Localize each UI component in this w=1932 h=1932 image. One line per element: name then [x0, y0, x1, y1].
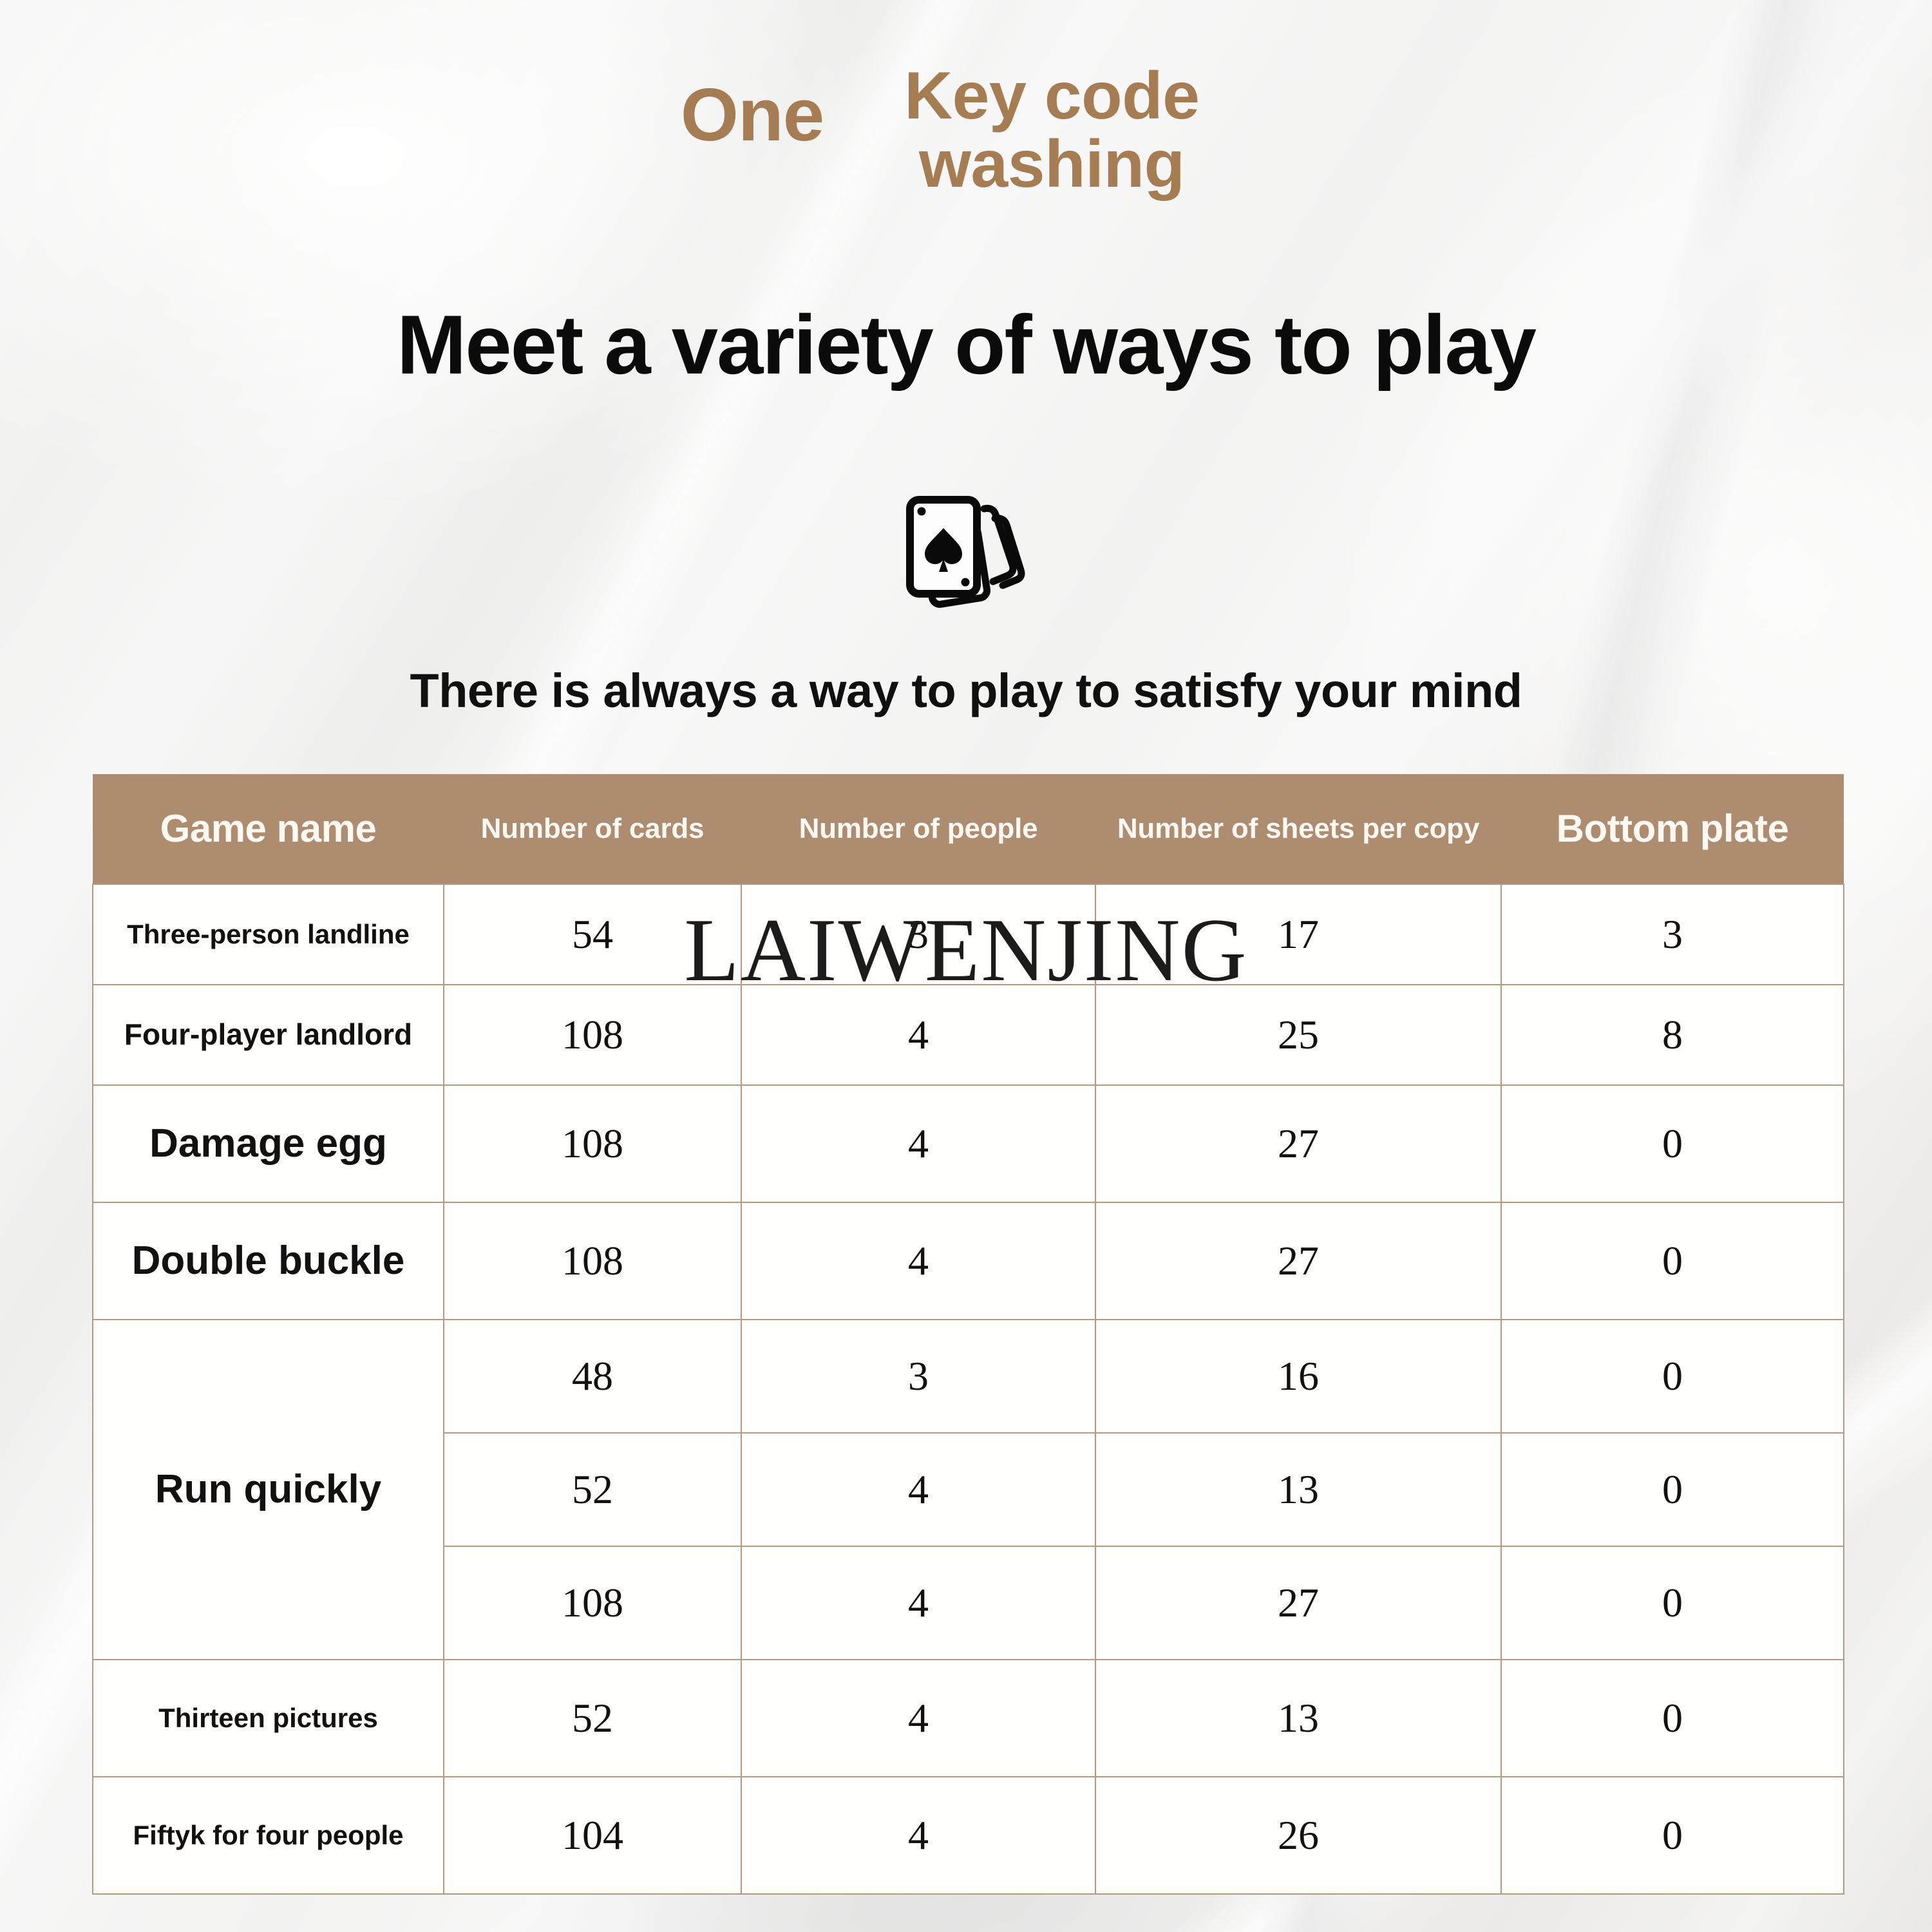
cell-bottom-plate: 8 [1501, 984, 1844, 1086]
kicker-one-text: One [680, 73, 825, 156]
games-table-head: Game name Number of cards Number of peop… [93, 774, 1844, 884]
cell-number-of-cards: 52 [443, 1659, 742, 1777]
cell-game-name: Damage egg [92, 1084, 444, 1203]
cell-bottom-plate: 0 [1501, 1202, 1844, 1320]
cell-bottom-plate: 0 [1501, 1084, 1844, 1203]
poster-canvas: One Key code washing Meet a variety of w… [0, 0, 1932, 1932]
games-table: Game name Number of cards Number of peop… [92, 774, 1844, 1895]
games-table-container: Game name Number of cards Number of peop… [92, 774, 1844, 1895]
table-row: Double buckle 108 4 27 0 [92, 1202, 1844, 1320]
cell-bottom-plate: 0 [1501, 1319, 1844, 1434]
table-header-row: Game name Number of cards Number of peop… [93, 774, 1844, 884]
cell-number-of-cards: 104 [443, 1776, 742, 1895]
kicker-heading: One Key code washing [0, 62, 1932, 198]
cell-sheets-per-copy: 16 [1095, 1319, 1502, 1434]
cell-game-name-run-quickly: Run quickly [92, 1319, 444, 1660]
cell-bottom-plate: 0 [1501, 1659, 1844, 1777]
column-header-sheets-per-copy: Number of sheets per copy [1095, 774, 1501, 884]
cell-sheets-per-copy: 27 [1095, 1202, 1502, 1320]
cell-sheets-per-copy: 25 [1095, 984, 1502, 1086]
cell-game-name: Thirteen pictures [92, 1659, 444, 1777]
column-header-number-of-cards: Number of cards [444, 774, 741, 884]
cell-sheets-per-copy: 13 [1095, 1432, 1502, 1547]
cell-number-of-cards: 108 [443, 1546, 742, 1660]
cell-number-of-cards: 54 [443, 884, 742, 985]
cell-number-of-cards: 108 [443, 1202, 742, 1320]
cell-sheets-per-copy: 27 [1095, 1084, 1502, 1203]
playing-cards-icon-wrap [0, 489, 1932, 612]
column-header-number-of-people: Number of people [741, 774, 1095, 884]
page-title: Meet a variety of ways to play [397, 298, 1537, 392]
cell-number-of-cards: 108 [443, 1084, 742, 1203]
cell-sheets-per-copy: 26 [1095, 1776, 1502, 1895]
cell-number-of-cards: 52 [443, 1432, 742, 1547]
cell-sheets-per-copy: 27 [1095, 1546, 1502, 1660]
cell-number-of-people: 4 [741, 1084, 1096, 1203]
cell-sheets-per-copy: 17 [1095, 884, 1502, 985]
cell-number-of-people: 3 [741, 1319, 1096, 1434]
table-row: Run quickly 48 3 16 0 [92, 1319, 1844, 1660]
cell-sheets-per-copy: 13 [1095, 1659, 1502, 1777]
cell-bottom-plate: 3 [1501, 884, 1844, 985]
cell-number-of-people: 4 [741, 1546, 1096, 1660]
cell-number-of-people: 4 [741, 984, 1096, 1086]
cell-game-name: Double buckle [92, 1202, 444, 1320]
cell-number-of-people: 4 [741, 1776, 1096, 1895]
cell-number-of-people: 4 [741, 1432, 1096, 1547]
table-row: Thirteen pictures 52 4 13 0 [92, 1659, 1844, 1777]
table-row: Three-person landline 54 3 17 3 [92, 884, 1844, 985]
cell-number-of-cards: 48 [443, 1319, 742, 1434]
games-table-body: Three-person landline 54 3 17 3 Four-pla… [92, 884, 1844, 1895]
cell-number-of-people: 4 [741, 1659, 1096, 1777]
cell-number-of-cards: 108 [443, 984, 742, 1086]
cell-bottom-plate: 0 [1501, 1432, 1844, 1547]
playing-cards-icon [906, 496, 1025, 608]
cell-game-name: Fiftyk for four people [92, 1776, 444, 1895]
cell-bottom-plate: 0 [1501, 1776, 1844, 1895]
column-header-game-name: Game name [93, 774, 444, 884]
cell-number-of-people: 3 [741, 884, 1096, 985]
kicker-main-text: Key code washing [904, 59, 1200, 202]
cell-game-name: Three-person landline [92, 884, 444, 985]
cell-game-name: Four-player landlord [92, 984, 444, 1086]
page-subtitle: There is always a way to play to satisfy… [410, 664, 1522, 717]
cell-bottom-plate: 0 [1501, 1546, 1844, 1660]
table-row: Fiftyk for four people 104 4 26 0 [92, 1776, 1844, 1895]
table-row: Four-player landlord 108 4 25 8 [92, 984, 1844, 1086]
column-header-bottom-plate: Bottom plate [1501, 774, 1844, 884]
cell-number-of-people: 4 [741, 1202, 1096, 1320]
table-row: Damage egg 108 4 27 0 [92, 1084, 1844, 1203]
